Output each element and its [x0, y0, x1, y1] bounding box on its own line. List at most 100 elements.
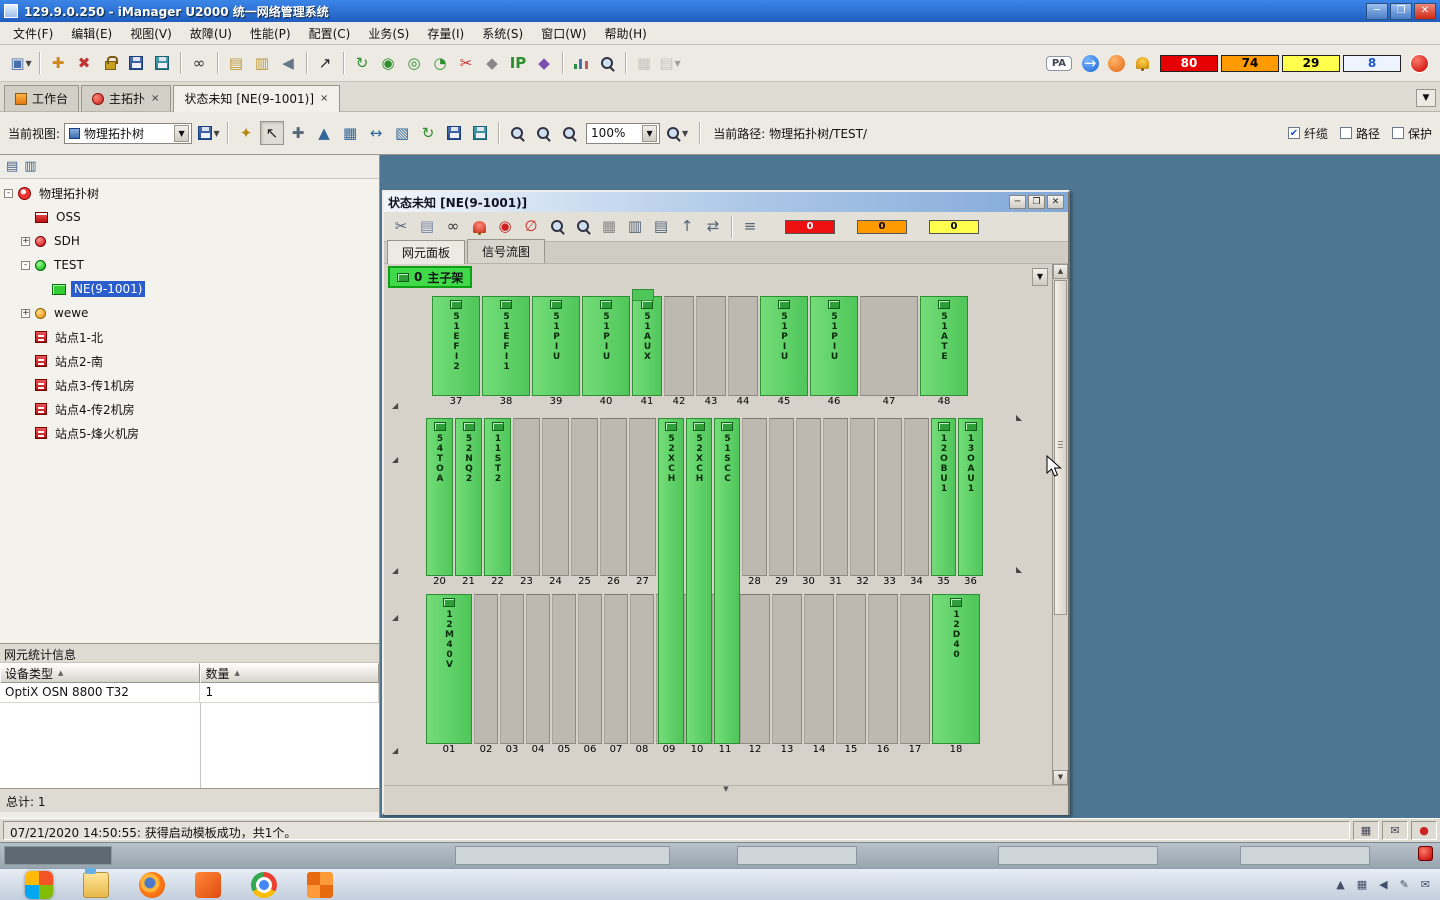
layers-icon[interactable]: ▦	[597, 215, 621, 239]
slot-04-empty[interactable]	[526, 594, 550, 744]
slot-32-empty[interactable]	[850, 418, 875, 576]
alarm-browse-icon[interactable]	[595, 51, 619, 75]
protection-view-icon[interactable]: ◉	[376, 51, 400, 75]
scroll-down-button[interactable]: ▼	[1053, 770, 1068, 785]
slot-42-empty[interactable]	[664, 296, 694, 396]
menu-item-3[interactable]: 视图(V)	[121, 22, 181, 45]
tree-root-physical-topology[interactable]: - 物理拓扑树	[0, 181, 379, 205]
menu-item-2[interactable]: 编辑(E)	[62, 22, 121, 45]
scrollbar-track[interactable]	[1053, 616, 1068, 770]
tray-network-icon[interactable]: ▦	[1357, 878, 1367, 891]
inner-close-button[interactable]: ✕	[1047, 195, 1064, 209]
query-icon[interactable]	[545, 215, 569, 239]
vertical-scrollbar[interactable]: ▲ ▼	[1052, 264, 1068, 785]
critical-alert-icon[interactable]	[1407, 51, 1431, 75]
zoom-go-icon[interactable]: ▼	[665, 121, 689, 145]
print-icon[interactable]	[468, 121, 492, 145]
slot-27-empty[interactable]	[629, 418, 656, 576]
slot-08-empty[interactable]	[630, 594, 654, 744]
slot-24-empty[interactable]	[542, 418, 569, 576]
subrack-badge[interactable]: 0 主子架	[388, 266, 473, 288]
board-52nq2[interactable]: 52NQ2	[455, 418, 482, 576]
performance-icon[interactable]	[569, 51, 593, 75]
import-icon[interactable]	[124, 51, 148, 75]
guard-icon[interactable]: ◆	[532, 51, 556, 75]
splitter-handle-icon[interactable]: ▼	[723, 785, 728, 793]
apps-grid-icon[interactable]	[307, 871, 333, 898]
slot-15-empty[interactable]	[836, 594, 866, 744]
board-13oau1[interactable]: 13OAU1	[958, 418, 983, 576]
shield-icon[interactable]: ◆	[480, 51, 504, 75]
tree-expander-icon[interactable]: -	[21, 260, 30, 270]
magnify-icon[interactable]	[571, 215, 595, 239]
menu-item-7[interactable]: 业务(S)	[359, 22, 418, 45]
tree-expander-icon[interactable]: +	[21, 308, 30, 318]
save-view-icon[interactable]: ▼	[197, 121, 221, 145]
collapse-all-icon[interactable]: ▥	[24, 159, 36, 174]
slot-05-empty[interactable]	[552, 594, 576, 744]
fit-view-icon[interactable]: ↔	[364, 121, 388, 145]
menu-item-11[interactable]: 帮助(H)	[595, 22, 655, 45]
slot-33-empty[interactable]	[877, 418, 902, 576]
tray-expand-icon[interactable]: ▲	[1336, 878, 1344, 891]
inner-maximize-button[interactable]: ❐	[1028, 195, 1045, 209]
window-titlebar[interactable]: 129.9.0.250 - iManager U2000 统一网络管理系统 ─ …	[0, 0, 1440, 22]
board-51piu[interactable]: 51PIU	[532, 296, 580, 396]
partial-board[interactable]	[632, 289, 654, 301]
explorer-icon[interactable]	[83, 867, 109, 898]
tree-item-site4[interactable]: 站点4-传2机房	[0, 397, 379, 421]
stats-column-header-1[interactable]: 设备类型 ▲	[0, 663, 201, 683]
tree-item-site5[interactable]: 站点5-烽火机房	[0, 421, 379, 445]
tab-signal-flow[interactable]: 信号流图	[467, 239, 546, 263]
board-51piu[interactable]: 51PIU	[810, 296, 858, 396]
current-alarm-icon[interactable]: ◉	[493, 215, 517, 239]
tree-item-ne-9-1001[interactable]: NE(9-1001)	[0, 277, 379, 301]
major-alarm-chip[interactable]: 0	[857, 219, 907, 234]
tree-item-oss[interactable]: OSS	[0, 205, 379, 229]
clock-view-icon[interactable]: ◔	[428, 51, 452, 75]
stats-row[interactable]: OptiX OSN 8800 T32 1	[0, 683, 379, 703]
board-51efi2[interactable]: 51EFI2	[432, 296, 480, 396]
board-12d40[interactable]: 12D40	[932, 594, 980, 744]
board-51aux[interactable]: 51AUX	[632, 296, 662, 396]
delete-icon[interactable]: ✖	[72, 51, 96, 75]
refresh-icon[interactable]: ↻	[416, 121, 440, 145]
settings-icon[interactable]: ≡	[738, 215, 762, 239]
critical-alarm-chip[interactable]: 0	[785, 219, 835, 234]
slot-02-empty[interactable]	[474, 594, 498, 744]
locate-icon[interactable]: ✦	[234, 121, 258, 145]
maximize-button[interactable]: ❐	[1390, 2, 1412, 20]
zoom-out-icon[interactable]	[505, 121, 529, 145]
scrollbar-thumb[interactable]	[1054, 280, 1067, 615]
slot-07-empty[interactable]	[604, 594, 628, 744]
zoom-area-icon[interactable]	[557, 121, 581, 145]
notify-icon[interactable]	[1104, 51, 1128, 75]
table-view-icon[interactable]: ▦	[338, 121, 362, 145]
inner-window-titlebar[interactable]: 状态未知 [NE(9-1001)] ─ ❐ ✕	[384, 192, 1068, 212]
stats-column-header-2[interactable]: 数量 ▲	[200, 663, 379, 683]
template-icon[interactable]: ▤ ▼	[658, 51, 682, 75]
slot-43-empty[interactable]	[696, 296, 726, 396]
tree-expander-icon[interactable]: -	[4, 188, 13, 198]
tab-main-topology[interactable]: 主拓扑 ×	[81, 85, 172, 111]
slot-17-empty[interactable]	[900, 594, 930, 744]
slot-31-empty[interactable]	[823, 418, 848, 576]
tree-item-site1[interactable]: 站点1-北	[0, 325, 379, 349]
board-51piu[interactable]: 51PIU	[760, 296, 808, 396]
create-icon[interactable]: ✚	[46, 51, 70, 75]
slot-16-empty[interactable]	[868, 594, 898, 744]
new-topology-icon[interactable]: ▤	[224, 51, 248, 75]
tree-expander-icon[interactable]: +	[21, 236, 30, 246]
tab-workspace[interactable]: 工作台	[4, 85, 80, 111]
menu-item-10[interactable]: 窗口(W)	[532, 22, 595, 45]
fiber-checkbox[interactable]: ✔ 纤缆	[1287, 125, 1328, 142]
board-51scc[interactable]: 51SCC	[714, 418, 740, 744]
aggregate-icon[interactable]: ▲	[312, 121, 336, 145]
save-image-icon[interactable]	[442, 121, 466, 145]
menu-item-4[interactable]: 故障(U)	[181, 22, 241, 45]
cutover-icon[interactable]: ✂	[454, 51, 478, 75]
slot-28-empty[interactable]	[742, 418, 767, 576]
bell-icon[interactable]	[1130, 51, 1154, 75]
slot-26-empty[interactable]	[600, 418, 627, 576]
expand-all-icon[interactable]: ▤	[6, 159, 18, 174]
